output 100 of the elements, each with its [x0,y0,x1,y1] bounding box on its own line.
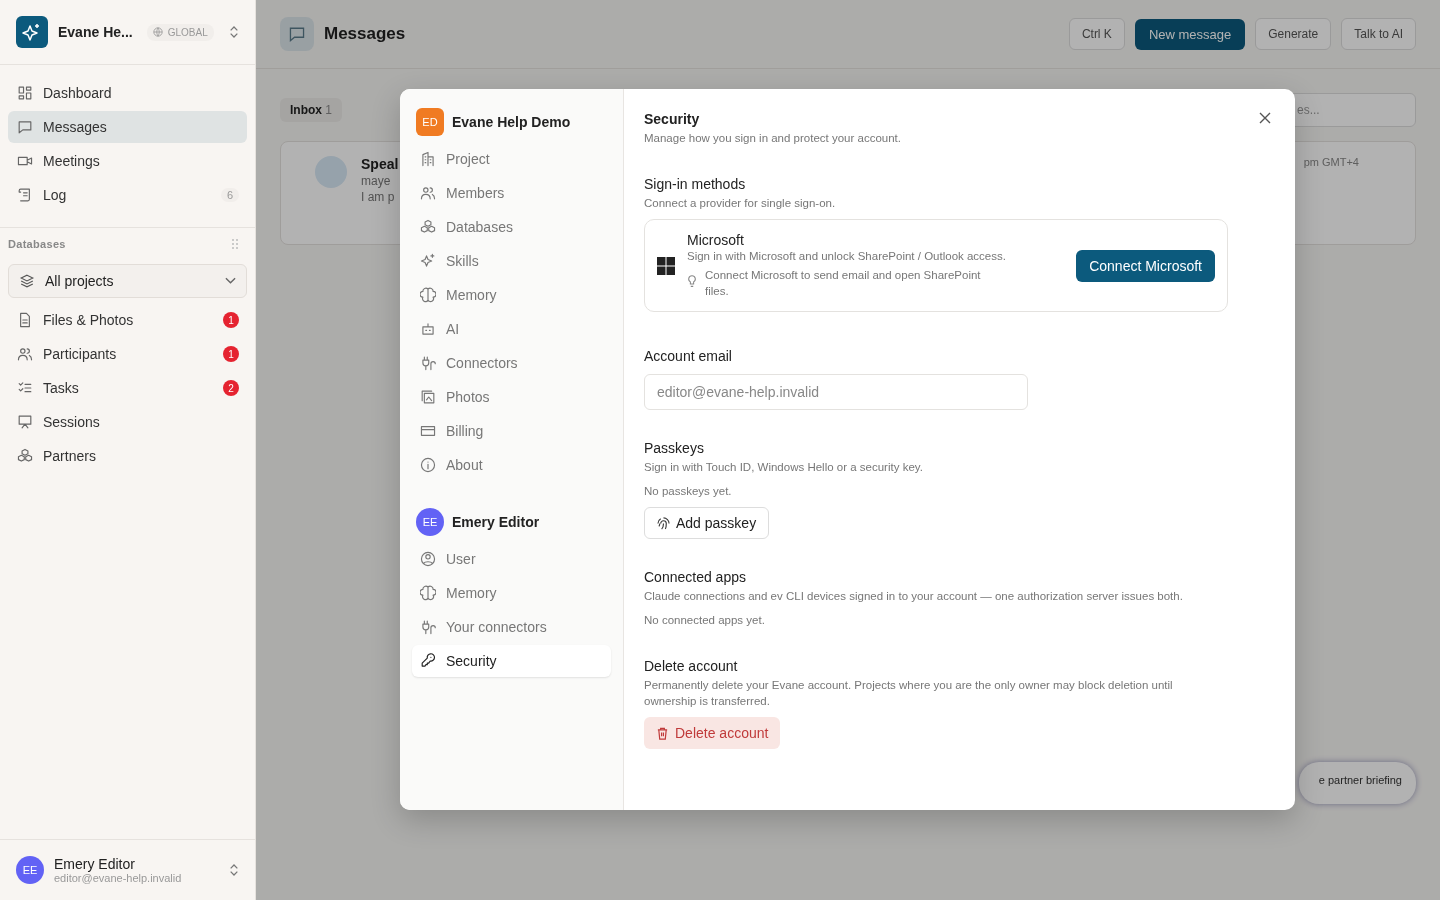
settings-nav-item[interactable]: Memory [412,279,611,311]
settings-nav-item[interactable]: Memory [412,577,611,609]
talk-to-ai-button[interactable]: Talk to AI [1341,18,1416,50]
nav-item[interactable]: Dashboard [8,77,247,109]
settings-nav-item[interactable]: Skills [412,245,611,277]
windows-logo-icon [657,256,675,275]
new-message-button[interactable]: New message [1134,18,1246,50]
image-icon [420,389,436,405]
dialog-title: Security [644,111,700,127]
document-icon [17,312,33,328]
section-title: Delete account [644,658,738,674]
hint-text: Connect Microsoft to send email and open SharePoint files. [705,268,982,299]
settings-nav-item[interactable]: Databases [412,211,611,243]
chevron-up-down-icon[interactable] [229,25,239,39]
settings-nav-item[interactable]: AI [412,313,611,345]
user-email: editor@evane-help.invalid [54,872,183,884]
nav-label: Tasks [43,380,80,396]
avatar: EE [416,508,444,536]
count-badge: 6 [220,188,239,202]
nav-item[interactable]: Tasks 2 [8,372,247,404]
nav-label: Partners [43,448,97,464]
building-icon [420,151,436,167]
settings-nav-item[interactable]: Photos [412,381,611,413]
settings-nav-item[interactable]: Members [412,177,611,209]
people-icon [420,185,436,201]
notification-badge: 1 [223,346,239,362]
add-passkey-button[interactable]: Add passkey [644,507,770,539]
section-description: Permanently delete your Evane account. Projects where you are the only owner may block deletion until ownership is transferred. [644,678,1174,709]
delete-account-button[interactable]: Delete account [644,717,781,749]
fingerprint-icon [657,516,670,530]
search-shortcut-button[interactable]: Ctrl K [1068,18,1125,50]
message-email: maye [361,174,392,188]
section-description: Sign in with Touch ID, Windows Hello or a security key. [644,460,923,475]
provider-name: Microsoft [687,232,745,248]
drag-handle-icon[interactable] [231,238,239,250]
message-preview: I am p [361,190,396,204]
presentation-board-icon [17,414,33,430]
close-icon[interactable] [1259,112,1271,124]
nav-item[interactable]: Sessions [8,406,247,438]
chevron-up-down-icon[interactable] [229,863,239,877]
connect-button[interactable]: Connect Microsoft [1076,249,1215,282]
settings-nav-item[interactable]: Your connectors [412,611,611,643]
notification-badge: 1 [223,312,239,328]
nav-label: Log [43,187,68,203]
key-icon [420,653,436,669]
dialog-subtitle: Manage how you sign in and protect your account. [644,131,901,146]
chevron-down-icon [225,277,236,285]
chat-bubble-icon [17,119,33,135]
nav-item[interactable]: Meetings [8,145,247,177]
sparkle-logo-icon [16,16,48,48]
notification-badge: 2 [223,380,239,396]
info-icon [420,457,436,473]
lightbulb-icon [687,275,697,288]
nav-label: Meetings [43,153,101,169]
scroll-icon [17,187,33,203]
inbox-tab[interactable]: Inbox 1 [280,98,343,122]
user-name: Emery Editor [54,856,136,872]
notification-toast[interactable]: e partner briefing [1298,762,1416,804]
layers-icon [19,273,35,289]
cubes-icon [420,219,436,235]
settings-nav-item[interactable]: About [412,449,611,481]
workspace-name[interactable]: Evane He... [58,24,133,40]
page-title: Messages [324,24,406,44]
plug-icon [420,619,436,635]
project-select[interactable]: All projects [8,264,247,298]
nav-label: Sessions [43,414,101,430]
section-label: Databases [8,238,66,250]
empty-state-text: No connected apps yet. [644,613,765,628]
sparkle-icon [420,253,436,269]
field-label: Account email [644,348,732,364]
section-title: Passkeys [644,440,704,456]
email-field[interactable]: editor@evane-help.invalid [644,374,1028,410]
avatar: ED [416,108,444,136]
settings-nav-item[interactable]: User [412,543,611,575]
plug-icon [420,355,436,371]
group-title: Evane Help Demo [452,114,571,130]
cubes-icon [17,448,33,464]
brain-icon [420,287,436,303]
settings-nav-item[interactable]: Billing [412,415,611,447]
section-title: Connected apps [644,569,746,585]
nav-item[interactable]: Log 6 [8,179,247,211]
scope-badge: GLOBAL [146,23,214,41]
nav-item[interactable]: Partners [8,440,247,472]
empty-state-text: No passkeys yet. [644,484,732,499]
settings-nav-item[interactable]: Connectors [412,347,611,379]
nav-item[interactable]: Files & Photos 1 [8,304,247,336]
nav-item[interactable]: Messages [8,111,247,143]
settings-nav-item[interactable]: Project [412,143,611,175]
grid-icon [17,85,33,101]
section-description: Connect a provider for single sign-on. [644,196,836,211]
settings-nav-item[interactable]: Security [412,645,611,677]
section-title: Sign-in methods [644,176,746,192]
message-time: pm GMT+4 [1303,156,1359,168]
people-icon [17,346,33,362]
section-description: Claude connections and ev CLI devices signed in to your account — one authorization server issues both. [644,589,1183,604]
nav-label: Messages [43,119,108,135]
nav-label: Dashboard [43,85,113,101]
generate-button[interactable]: Generate [1255,18,1332,50]
nav-label: Participants [43,346,118,362]
nav-item[interactable]: Participants 1 [8,338,247,370]
